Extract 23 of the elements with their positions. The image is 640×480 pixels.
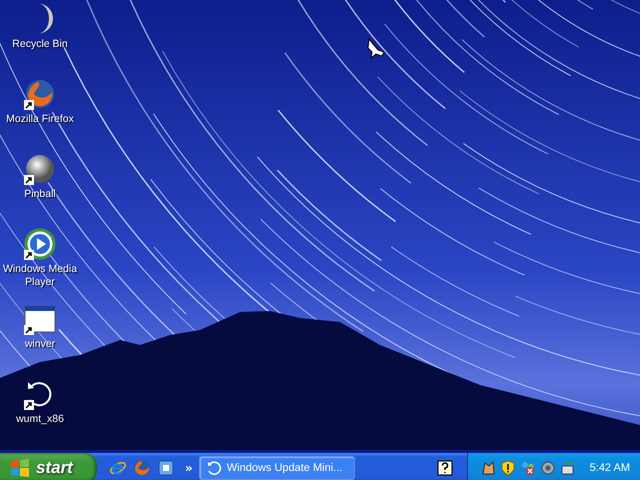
shortcut-arrow-icon <box>24 100 34 110</box>
windows-flag-icon <box>10 459 30 477</box>
help-icon[interactable] <box>436 460 453 476</box>
shortcut-arrow-icon <box>24 400 34 410</box>
shortcut-arrow-icon <box>24 175 34 185</box>
taskbar-button[interactable]: Windows Update Mini... <box>198 456 355 480</box>
speaker-icon[interactable] <box>540 460 556 476</box>
shortcut-arrow-icon <box>24 325 34 335</box>
shortcut-arrow-icon <box>24 250 34 260</box>
desktop-icon-label[interactable]: wumt_x86 <box>16 413 64 426</box>
desktop-icon-label[interactable]: Windows Media Player <box>0 263 80 289</box>
crescent-icon <box>38 3 53 34</box>
circular-arrow-icon <box>206 460 222 476</box>
desktop-icon-label[interactable]: Recycle Bin <box>12 38 68 51</box>
tray-app-icon[interactable] <box>480 460 496 476</box>
desktop-icon-label[interactable]: winver <box>24 338 56 351</box>
chevron[interactable]: » <box>185 461 193 475</box>
window-icon <box>24 303 56 335</box>
start-button[interactable]: start <box>0 453 97 480</box>
shield-icon[interactable] <box>500 460 516 476</box>
steel-ball-icon <box>24 153 56 185</box>
clock[interactable]: 5:42 AM <box>590 462 630 474</box>
network-error-icon[interactable] <box>520 460 536 476</box>
